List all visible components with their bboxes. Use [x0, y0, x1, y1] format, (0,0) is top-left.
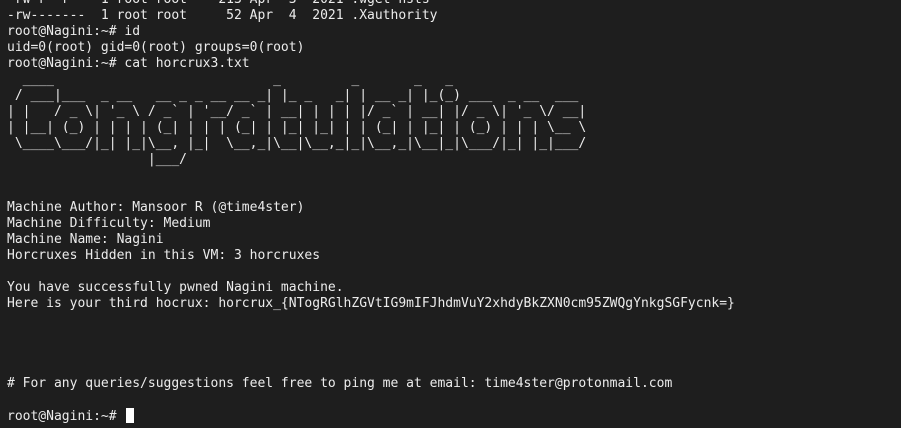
terminal-line: -rw------- 1 root root 52 Apr 4 2021 .Xa…: [7, 8, 438, 23]
terminal-line: Horcruxes Hidden in this VM: 3 horcruxes: [7, 248, 321, 263]
ascii-art-line: | |__| (_) | | | | (_| | | | (_| | |_| |…: [7, 120, 587, 135]
terminal-line: Machine Author: Mansoor R (@time4ster): [7, 200, 305, 215]
terminal-line: -rw-r--r-- 1 root root 213 Apr 3 2021 .w…: [7, 0, 901, 8]
terminal-line: uid=0(root) gid=0(root) groups=0(root): [7, 40, 305, 55]
ascii-art-line: / ___|___ _ __ __ _ _ __ __ _| |_ _ _| |…: [7, 88, 579, 103]
terminal-line: Here is your third hocrux: horcrux_{NTog…: [7, 296, 735, 311]
ascii-art-line: | | / _ \| '_ \ / _` | '__/ _` | __| | |…: [7, 104, 587, 119]
terminal-window[interactable]: -rw-r--r-- 1 root root 213 Apr 3 2021 .w…: [0, 0, 901, 428]
ascii-art-line: \____\___/|_| |_|\__, |_| \__,_|\__|\__,…: [7, 136, 587, 151]
terminal-output: -rw-r--r-- 1 root root 213 Apr 3 2021 .w…: [7, 0, 901, 424]
prompt-line[interactable]: root@Nagini:~#: [7, 408, 901, 424]
ascii-art-line: |___/: [7, 152, 188, 167]
terminal-line: root@Nagini:~# cat horcrux3.txt: [7, 56, 250, 71]
ascii-art-line: ____ _ _ _ _: [7, 72, 454, 87]
terminal-line: You have successfully pwned Nagini machi…: [7, 280, 344, 295]
terminal-line: root@Nagini:~# id: [7, 24, 141, 39]
terminal-line: Machine Name: Nagini: [7, 232, 164, 247]
prompt-label: root@Nagini:~#: [7, 409, 125, 424]
text-cursor: [126, 408, 135, 423]
terminal-line: # For any queries/suggestions feel free …: [7, 376, 673, 391]
terminal-line: Machine Difficulty: Medium: [7, 216, 211, 231]
